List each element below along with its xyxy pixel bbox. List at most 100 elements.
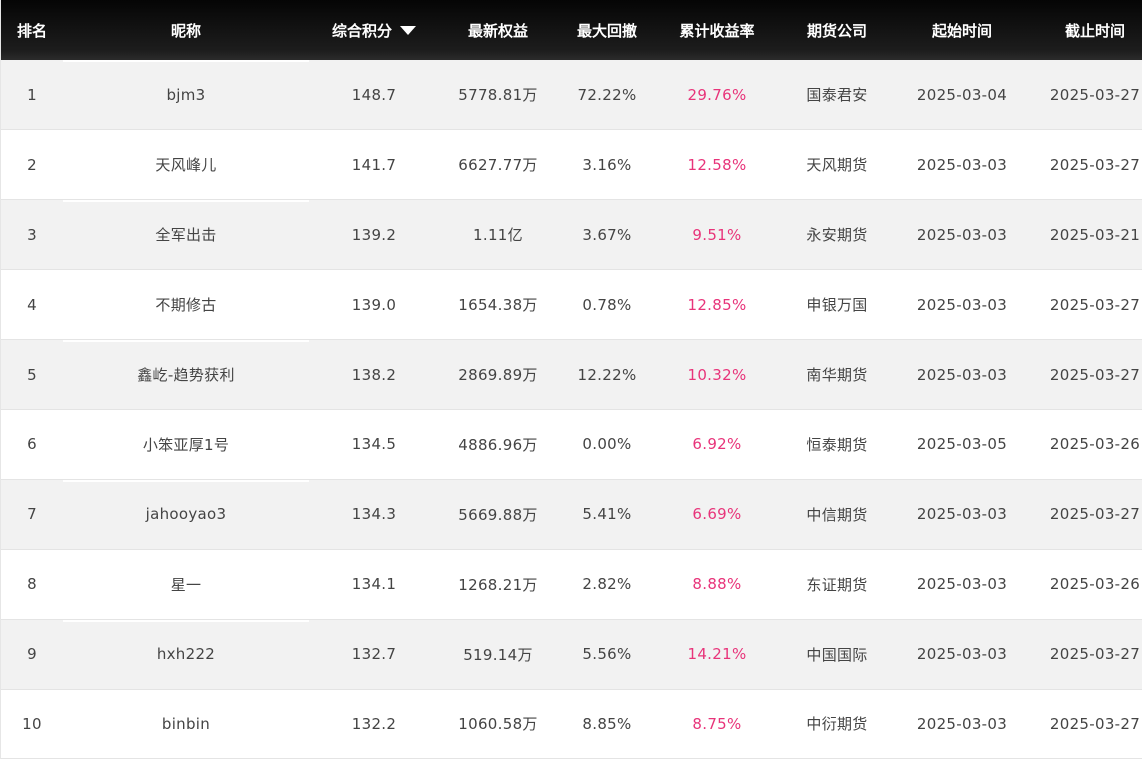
- cell-equity: 5778.81万: [458, 86, 538, 105]
- cell-equity: 1060.58万: [458, 715, 538, 734]
- cell-company: 东证期货: [806, 575, 868, 594]
- cell-nickname: 鑫屹-趋势获利: [63, 339, 309, 410]
- table-row: 3 全军出击 139.2 1.11亿 3.67% 9.51% 永安期货 2025…: [1, 199, 1142, 270]
- cell-drawdown: 0.78%: [582, 295, 632, 314]
- cell-end-time: 2025-03-27: [1049, 155, 1141, 174]
- cell-nickname: bjm3: [63, 60, 309, 130]
- cell-score: 134.5: [351, 435, 397, 454]
- cell-start-time: 2025-03-03: [916, 225, 1008, 244]
- cell-start-time: 2025-03-03: [916, 645, 1008, 664]
- cell-rank: 9: [27, 645, 37, 664]
- cell-score: 139.2: [351, 225, 397, 244]
- table-row: 10 binbin 132.2 1060.58万 8.85% 8.75% 中衍期…: [1, 689, 1142, 759]
- cell-end-time: 2025-03-26: [1049, 575, 1141, 594]
- cell-return: 12.58%: [687, 155, 747, 174]
- cell-start-time: 2025-03-03: [916, 575, 1008, 594]
- header-equity: 最新权益: [467, 21, 528, 40]
- cell-company: 国泰君安: [806, 86, 868, 105]
- header-end-time: 截止时间: [1064, 21, 1125, 40]
- cell-end-time: 2025-03-27: [1049, 505, 1141, 524]
- cell-score: 139.0: [351, 295, 397, 314]
- cell-equity: 519.14万: [463, 645, 533, 664]
- cell-start-time: 2025-03-03: [916, 365, 1008, 384]
- cell-start-time: 2025-03-03: [916, 505, 1008, 524]
- cell-nickname: 小笨亚厚1号: [142, 435, 230, 454]
- cell-return: 8.75%: [692, 714, 742, 733]
- cell-return: 12.85%: [687, 295, 747, 314]
- cell-rank: 1: [27, 85, 37, 104]
- cell-return: 10.32%: [687, 365, 747, 384]
- cell-end-time: 2025-03-26: [1049, 435, 1141, 454]
- cell-drawdown: 72.22%: [577, 85, 637, 104]
- table-row: 7 jahooyao3 134.3 5669.88万 5.41% 6.69% 中…: [1, 479, 1142, 550]
- cell-return: 6.92%: [692, 435, 742, 454]
- ranking-table: 排名 昵称 综合积分 最新权益 最大回撤 累计收益率 期货公司 起始时间 截止时…: [1, 0, 1142, 759]
- cell-nickname: jahooyao3: [63, 479, 309, 549]
- header-drawdown: 最大回撤: [576, 21, 637, 40]
- cell-start-time: 2025-03-03: [916, 155, 1008, 174]
- cell-score: 138.2: [351, 365, 397, 384]
- cell-end-time: 2025-03-27: [1049, 645, 1141, 664]
- cell-rank: 2: [27, 155, 37, 174]
- cell-return: 29.76%: [687, 85, 747, 104]
- cell-score: 132.7: [351, 645, 397, 664]
- cell-end-time: 2025-03-27: [1049, 295, 1141, 314]
- cell-rank: 6: [27, 435, 37, 454]
- cell-company: 南华期货: [806, 366, 868, 384]
- cell-rank: 7: [27, 505, 37, 524]
- cell-drawdown: 2.82%: [582, 575, 632, 594]
- cell-company: 天风期货: [806, 156, 868, 175]
- cell-equity: 5669.88万: [458, 505, 538, 524]
- cell-rank: 4: [27, 295, 37, 314]
- cell-drawdown: 12.22%: [577, 365, 637, 384]
- cell-equity: 1654.38万: [458, 296, 538, 315]
- cell-drawdown: 3.16%: [582, 155, 632, 174]
- cell-end-time: 2025-03-21: [1049, 225, 1141, 244]
- cell-company: 中信期货: [806, 505, 868, 524]
- table-row: 9 hxh222 132.7 519.14万 5.56% 14.21% 中国国际…: [1, 619, 1142, 690]
- cell-company: 恒泰期货: [806, 435, 868, 454]
- cell-start-time: 2025-03-03: [916, 714, 1008, 733]
- table-row: 8 星一 134.1 1268.21万 2.82% 8.88% 东证期货 202…: [1, 549, 1142, 620]
- table-header: 排名 昵称 综合积分 最新权益 最大回撤 累计收益率 期货公司 起始时间 截止时…: [1, 0, 1142, 60]
- table-body: 1 bjm3 148.7 5778.81万 72.22% 29.76% 国泰君安…: [1, 60, 1142, 759]
- cell-return: 8.88%: [692, 575, 742, 594]
- table-row: 2 天风峰儿 141.7 6627.77万 3.16% 12.58% 天风期货 …: [1, 129, 1142, 200]
- cell-company: 中衍期货: [806, 715, 868, 734]
- cell-nickname: 星一: [170, 575, 202, 594]
- cell-drawdown: 5.41%: [582, 505, 632, 524]
- header-company: 期货公司: [806, 21, 867, 40]
- cell-start-time: 2025-03-04: [916, 85, 1008, 104]
- cell-score: 148.7: [351, 85, 397, 104]
- cell-equity: 4886.96万: [458, 435, 538, 454]
- cell-nickname: 天风峰儿: [155, 156, 217, 175]
- cell-return: 14.21%: [687, 645, 747, 664]
- cell-drawdown: 3.67%: [582, 225, 632, 244]
- header-score-label: 综合积分: [331, 21, 392, 40]
- caret-down-icon[interactable]: [400, 25, 416, 35]
- cell-score: 132.2: [351, 714, 397, 733]
- cell-score: 134.1: [351, 575, 397, 594]
- cell-end-time: 2025-03-27: [1049, 714, 1141, 733]
- table-row: 5 鑫屹-趋势获利 138.2 2869.89万 12.22% 10.32% 南…: [1, 339, 1142, 410]
- header-row: 排名 昵称 综合积分 最新权益 最大回撤 累计收益率 期货公司 起始时间 截止时…: [1, 0, 1142, 60]
- cell-drawdown: 5.56%: [582, 645, 632, 664]
- cell-company: 中国国际: [806, 645, 868, 664]
- cell-company: 永安期货: [806, 226, 868, 245]
- cell-rank: 10: [22, 714, 42, 733]
- cell-nickname: 不期修古: [155, 296, 217, 315]
- header-score-sort[interactable]: 综合积分: [309, 0, 439, 60]
- table-row: 4 不期修古 139.0 1654.38万 0.78% 12.85% 申银万国 …: [1, 269, 1142, 340]
- cell-equity: 1268.21万: [458, 575, 538, 594]
- ranking-board: 排名 昵称 综合积分 最新权益 最大回撤 累计收益率 期货公司 起始时间 截止时…: [0, 0, 1142, 759]
- cell-nickname: binbin: [161, 714, 211, 733]
- cell-rank: 5: [27, 365, 37, 384]
- cell-return: 9.51%: [692, 225, 742, 244]
- cell-company: 申银万国: [806, 296, 868, 315]
- table-row: 1 bjm3 148.7 5778.81万 72.22% 29.76% 国泰君安…: [1, 60, 1142, 130]
- cell-score: 141.7: [351, 155, 397, 174]
- cell-start-time: 2025-03-05: [916, 435, 1008, 454]
- header-return: 累计收益率: [679, 21, 755, 40]
- cell-equity: 2869.89万: [458, 366, 538, 384]
- cell-start-time: 2025-03-03: [916, 295, 1008, 314]
